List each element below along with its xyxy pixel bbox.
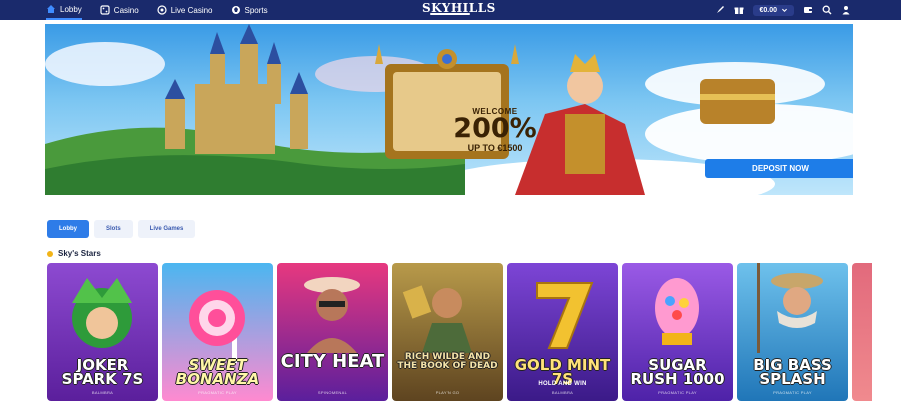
- game-card-book-of-dead[interactable]: RICH WILDE AND THE BOOK OF DEAD PLAY'N G…: [392, 263, 503, 401]
- home-icon: [47, 5, 55, 13]
- account-tools: €0.00: [715, 0, 851, 20]
- game-title: BIG BASS SPLASH: [753, 356, 832, 388]
- search-icon[interactable]: [822, 5, 832, 15]
- star-dot-icon: [47, 250, 53, 257]
- game-title: CITY HEAT: [280, 351, 385, 372]
- tab-live-games[interactable]: Live Games: [137, 220, 196, 238]
- nav-item-label: Casino: [113, 5, 139, 15]
- game-provider: SPINOMENAL: [317, 390, 348, 395]
- game-card-sugar-rush-1000[interactable]: SUGAR RUSH 1000 PRAGMATIC PLAY: [622, 263, 733, 401]
- game-artwork: [304, 277, 360, 353]
- balance-amount: €0.00: [759, 6, 777, 14]
- game-title: JOKER SPARK 7S: [61, 356, 144, 388]
- logo-underline: [430, 13, 470, 15]
- game-subtitle: HOLD AND WIN: [538, 381, 587, 387]
- game-card-city-heat[interactable]: CITY HEAT SPINOMENAL: [277, 263, 388, 401]
- promo-bonus: 200%: [453, 113, 537, 144]
- game-card-next-peek[interactable]: [852, 263, 872, 401]
- game-provider: BALMBRA: [91, 390, 114, 395]
- game-title: RICH WILDE AND THE BOOK OF DEAD: [397, 352, 498, 371]
- live-casino-icon: [157, 5, 167, 15]
- game-provider: BALMBRA: [551, 390, 574, 395]
- deposit-now-button[interactable]: DEPOSIT NOW: [705, 159, 853, 178]
- sports-icon: [231, 6, 240, 14]
- nav-item-label: Sports: [244, 5, 268, 15]
- game-artwork: [402, 285, 472, 353]
- game-carousel: JOKER SPARK 7S BALMBRA SWEET BONANZA PRA…: [47, 263, 872, 401]
- nav-item-casino[interactable]: Casino: [100, 0, 139, 20]
- main-menu: Lobby Casino Live Casino Sports: [46, 0, 268, 20]
- gift-icon[interactable]: [734, 5, 744, 15]
- promo-banner[interactable]: WELCOME 200% UP TO €1500 DEPOSIT NOW: [45, 24, 853, 195]
- section-title: Sky's Stars: [58, 249, 101, 258]
- nav-item-label: Live Casino: [170, 5, 213, 15]
- nav-item-label: Lobby: [60, 4, 82, 14]
- game-title: SUGAR RUSH 1000: [630, 356, 725, 388]
- game-provider: PLAY'N GO: [435, 390, 460, 395]
- game-card-joker-spark-7s[interactable]: JOKER SPARK 7S BALMBRA: [47, 263, 158, 401]
- section-header: Sky's Stars: [47, 249, 101, 258]
- game-provider: PRAGMATIC PLAY: [658, 390, 697, 395]
- rocket-icon[interactable]: [715, 5, 725, 15]
- user-icon[interactable]: [841, 5, 851, 15]
- game-card-gold-mint-7s[interactable]: GOLD MINT 7S HOLD AND WIN BALMBRA: [507, 263, 618, 401]
- game-title: SWEET BONANZA: [175, 356, 260, 388]
- tab-slots[interactable]: Slots: [94, 220, 133, 238]
- promo-bonus-sub: UP TO €1500: [467, 143, 523, 153]
- dice-icon: [100, 5, 110, 15]
- nav-item-live-casino[interactable]: Live Casino: [157, 0, 213, 20]
- balance-selector[interactable]: €0.00: [753, 4, 794, 16]
- chevron-down-icon: [782, 8, 787, 12]
- category-tabs: Lobby Slots Live Games: [47, 220, 196, 238]
- game-provider: PRAGMATIC PLAY: [198, 390, 237, 395]
- top-navigation: Lobby Casino Live Casino Sports SKYHILLS…: [0, 0, 901, 20]
- wallet-icon[interactable]: [803, 5, 813, 15]
- game-card-sweet-bonanza[interactable]: SWEET BONANZA PRAGMATIC PLAY: [162, 263, 273, 401]
- game-card-big-bass-splash[interactable]: BIG BASS SPLASH PRAGMATIC PLAY: [737, 263, 848, 401]
- nav-item-lobby[interactable]: Lobby: [46, 0, 82, 20]
- game-provider: PRAGMATIC PLAY: [773, 390, 812, 395]
- nav-item-sports[interactable]: Sports: [231, 0, 268, 20]
- tab-lobby[interactable]: Lobby: [47, 220, 89, 238]
